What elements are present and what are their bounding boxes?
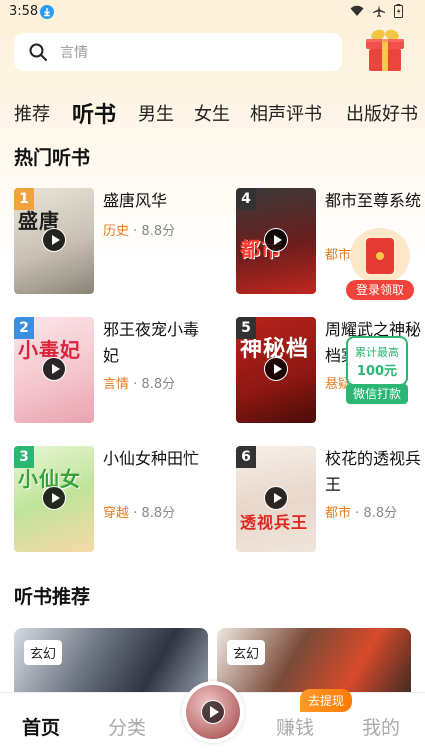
recommend-card[interactable]: 玄幻 <box>14 628 208 698</box>
hot-section-title: 热门听书 <box>14 147 91 169</box>
cash-box: 累计最高 100元 <box>346 336 408 386</box>
airplane-icon <box>373 5 385 17</box>
red-envelope-icon <box>350 228 410 284</box>
red-envelope-label[interactable]: 登录领取 <box>346 280 414 300</box>
cash-bottom-label[interactable]: 微信打款 <box>346 384 408 404</box>
book-genre: 穿越 <box>103 506 130 521</box>
withdraw-badge[interactable]: 去提现 <box>300 689 353 712</box>
book-title[interactable]: 盛唐风华 <box>103 188 213 214</box>
rank-badge: 3 <box>14 446 34 468</box>
play-icon[interactable] <box>42 228 66 252</box>
tab-male[interactable]: 男生 <box>138 100 174 126</box>
cash-widget[interactable]: 累计最高 100元 微信打款 <box>346 336 408 406</box>
book-item[interactable]: 透视兵王 6 校花的透视兵王 都市 · 8.8分 <box>236 446 425 554</box>
play-icon[interactable] <box>264 486 288 510</box>
book-meta: 穿越 · 8.8分 <box>103 506 176 521</box>
book-cover[interactable]: 神秘档 5 <box>236 317 316 423</box>
cash-amount: 100元 <box>356 364 398 379</box>
play-icon[interactable] <box>42 486 66 510</box>
book-item[interactable]: 小仙女 3 小仙女种田忙 穿越 · 8.8分 <box>14 446 214 554</box>
book-score: 8.8分 <box>141 506 176 521</box>
book-title[interactable]: 邪王夜宠小毒妃 <box>103 317 213 369</box>
bottom-nav: 首页 分类 赚钱 我的 去提现 <box>0 681 425 756</box>
cover-title: 透视兵王 <box>240 513 309 532</box>
book-meta: 历史 · 8.8分 <box>103 224 176 239</box>
tab-crosstalk[interactable]: 相声评书 <box>250 100 322 126</box>
tab-female[interactable]: 女生 <box>194 100 230 126</box>
nav-mine[interactable]: 我的 <box>362 713 400 740</box>
book-item[interactable]: 盛唐 1 盛唐风华 历史 · 8.8分 <box>14 188 214 296</box>
rec-tag: 玄幻 <box>227 640 266 665</box>
book-meta: 都市 · 8.8分 <box>325 506 398 521</box>
book-title[interactable]: 都市至尊系统 <box>325 188 425 214</box>
book-score: 8.8分 <box>363 506 398 521</box>
rank-badge: 1 <box>14 188 34 210</box>
player-cover <box>186 685 240 739</box>
play-icon[interactable] <box>264 357 288 381</box>
search-icon <box>29 43 47 61</box>
rec-tag: 玄幻 <box>24 640 63 665</box>
red-envelope-widget[interactable]: 登录领取 <box>346 228 414 300</box>
wifi-icon <box>350 5 364 16</box>
book-genre: 都市 <box>325 506 352 521</box>
tab-published[interactable]: 出版好书 <box>346 100 418 126</box>
tab-recommend[interactable]: 推荐 <box>14 100 50 126</box>
book-genre: 历史 <box>103 224 130 239</box>
status-bar: 3:58 <box>0 0 425 26</box>
book-cover[interactable]: 小毒妃 2 <box>14 317 94 423</box>
cash-top-label: 累计最高 <box>355 346 399 359</box>
rank-badge: 4 <box>236 188 256 210</box>
search-input[interactable]: 言情 <box>60 42 88 62</box>
book-cover[interactable]: 都市 4 <box>236 188 316 294</box>
rec-section-title: 听书推荐 <box>14 586 91 608</box>
book-title[interactable]: 小仙女种田忙 <box>103 446 213 472</box>
nav-earn[interactable]: 赚钱 <box>276 713 314 740</box>
book-genre: 言情 <box>103 377 130 392</box>
book-cover[interactable]: 透视兵王 6 <box>236 446 316 552</box>
nav-category[interactable]: 分类 <box>108 713 146 740</box>
tab-audiobook[interactable]: 听书 <box>72 97 116 129</box>
player-button[interactable] <box>182 681 244 743</box>
play-icon[interactable] <box>42 357 66 381</box>
play-icon[interactable] <box>264 228 288 252</box>
book-score: 8.8分 <box>141 224 176 239</box>
book-title[interactable]: 校花的透视兵王 <box>325 446 425 498</box>
gift-icon[interactable] <box>360 25 410 75</box>
book-cover[interactable]: 盛唐 1 <box>14 188 94 294</box>
recommend-card[interactable]: 玄幻 <box>217 628 411 698</box>
rank-badge: 2 <box>14 317 34 339</box>
book-item[interactable]: 小毒妃 2 邪王夜宠小毒妃 言情 · 8.8分 <box>14 317 214 425</box>
status-time: 3:58 <box>9 4 39 19</box>
book-meta: 言情 · 8.8分 <box>103 377 176 392</box>
rank-badge: 5 <box>236 317 256 339</box>
book-score: 8.8分 <box>141 377 176 392</box>
book-cover[interactable]: 小仙女 3 <box>14 446 94 552</box>
battery-icon <box>394 4 403 18</box>
download-icon <box>40 5 54 19</box>
search-bar[interactable]: 言情 <box>14 33 342 71</box>
rank-badge: 6 <box>236 446 256 468</box>
nav-home[interactable]: 首页 <box>22 713 60 740</box>
